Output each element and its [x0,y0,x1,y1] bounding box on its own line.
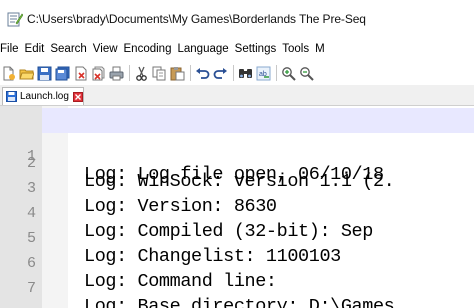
menu-macro[interactable]: M [312,43,328,55]
copy-icon[interactable] [151,65,168,82]
window-title: C:\Users\brady\Documents\My Games\Border… [27,11,366,26]
editor-line: 5 Log: Changelist: 1100103 [0,208,474,267]
editor-line: 3 Log: Version: 8630 [0,158,474,217]
editor-line: 7 Log: Base directory: D:\Games [0,258,474,308]
document-tab-bar: Launch.log [0,85,474,106]
toolbar-separator [233,65,234,81]
print-icon[interactable] [108,65,125,82]
menu-tools[interactable]: Tools [279,43,312,55]
menu-edit[interactable]: Edit [22,43,48,55]
toolbar-separator [190,65,191,81]
zoom-in-icon[interactable] [280,65,297,82]
close-icon[interactable] [72,65,89,82]
menu-search[interactable]: Search [47,43,89,55]
tab-close-icon[interactable] [72,91,83,102]
find-icon[interactable] [237,65,254,82]
close-all-icon[interactable] [90,65,107,82]
menu-settings[interactable]: Settings [232,43,280,55]
editor-line: 1 Log: Log file open, 06/10/18 [0,108,474,185]
editor-line: 2 Log: WinSock: version 1.1 (2. [0,133,474,192]
save-all-icon[interactable] [54,65,71,82]
line-number: 7 [26,280,36,297]
replace-icon[interactable]: ab [255,65,272,82]
notepad-app-icon [7,12,23,26]
title-bar: C:\Users\brady\Documents\My Games\Border… [0,0,474,37]
tab-launch-log[interactable]: Launch.log [2,87,84,105]
zoom-out-icon[interactable] [298,65,315,82]
editor-line: 4 Log: Compiled (32-bit): Sep [0,183,474,242]
current-line-highlight [42,108,474,133]
cut-icon[interactable] [133,65,150,82]
open-file-icon[interactable] [18,65,35,82]
redo-icon[interactable] [212,65,229,82]
menu-bar: File Edit Search View Encoding Language … [0,37,474,61]
editor-line: 6 Log: Command line: [0,233,474,292]
toolbar-separator [276,65,277,81]
menu-language[interactable]: Language [174,43,231,55]
saved-file-icon [6,91,17,102]
save-icon[interactable] [36,65,53,82]
undo-icon[interactable] [194,65,211,82]
menu-encoding[interactable]: Encoding [121,43,175,55]
text-editor[interactable]: 1 Log: Log file open, 06/10/18 2 Log: Wi… [0,106,474,308]
paste-icon[interactable] [169,65,186,82]
new-file-icon[interactable] [0,65,17,82]
line-text: Log: Base directory: D:\Games [84,296,395,308]
menu-view[interactable]: View [90,43,121,55]
toolbar-separator [129,65,130,81]
toolbar: ab [0,61,474,85]
menu-file[interactable]: File [0,43,22,55]
tab-label: Launch.log [20,91,69,102]
